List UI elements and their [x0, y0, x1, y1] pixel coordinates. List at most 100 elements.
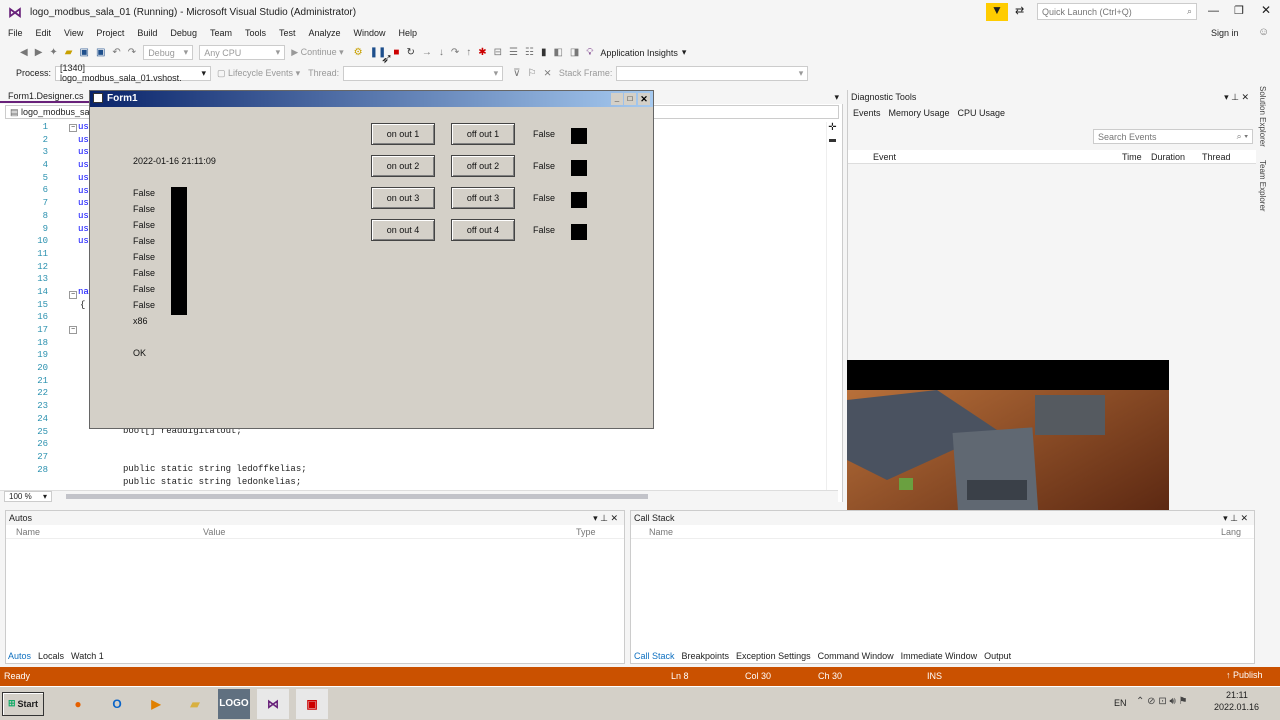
media-player-icon[interactable]: ▶: [140, 689, 172, 719]
menu-item-edit[interactable]: Edit: [36, 28, 52, 38]
restore-button[interactable]: ❐: [1234, 4, 1244, 17]
col-type[interactable]: Type: [576, 525, 596, 539]
col-value[interactable]: Value: [203, 525, 225, 539]
off-out-3-button[interactable]: off out 3: [451, 187, 515, 209]
hide-icon[interactable]: ⨯: [543, 68, 551, 79]
step-into-icon[interactable]: ↓: [439, 47, 444, 58]
off-out-2-button[interactable]: off out 2: [451, 155, 515, 177]
tray-icons[interactable]: ⌃ ⊘ ⊡ 🔊︎ ⚑: [1136, 696, 1188, 707]
menu-item-view[interactable]: View: [64, 28, 83, 38]
search-events-input[interactable]: Search Events ⌕ ▾: [1093, 129, 1253, 144]
tab-call-stack[interactable]: Call Stack: [634, 651, 675, 661]
col-lang[interactable]: Lang: [1221, 525, 1241, 539]
tab-exception-settings[interactable]: Exception Settings: [736, 651, 811, 661]
collapse-marker[interactable]: −: [69, 291, 77, 299]
show-next-statement-icon[interactable]: →: [422, 47, 432, 58]
col-name[interactable]: Name: [649, 525, 673, 539]
col-event[interactable]: Event: [873, 152, 896, 162]
user-icon[interactable]: ☺: [1258, 26, 1269, 38]
bookmark-next-icon[interactable]: ◨: [570, 47, 579, 58]
tab-locals[interactable]: Locals: [38, 651, 64, 661]
scroll-thumb[interactable]: [66, 494, 648, 499]
find-icon[interactable]: ⊟: [494, 47, 502, 58]
diag-tab-events[interactable]: Events: [853, 108, 881, 118]
panel-controls[interactable]: ▾ ⊥ ✕: [1224, 90, 1249, 104]
col-name[interactable]: Name: [16, 525, 40, 539]
tab-overflow-icon[interactable]: ▾: [834, 92, 839, 103]
menu-item-help[interactable]: Help: [399, 28, 418, 38]
col-thread[interactable]: Thread: [1202, 152, 1231, 162]
publish-button[interactable]: ↑ Publish: [1226, 670, 1263, 680]
visual-studio-icon[interactable]: ⋈: [257, 688, 289, 719]
thread-dropdown[interactable]: ▾: [343, 65, 504, 81]
tab-autos[interactable]: Autos: [8, 651, 31, 661]
start-button[interactable]: ⊞ Start: [2, 691, 44, 716]
col-duration[interactable]: Duration: [1151, 152, 1185, 162]
filter-threads-icon[interactable]: ⊽: [513, 68, 520, 79]
split-icon[interactable]: ✛: [827, 122, 838, 133]
vertical-scrollbar[interactable]: ✛: [826, 122, 838, 490]
off-out-1-button[interactable]: off out 1: [451, 123, 515, 145]
redo-icon[interactable]: ↷: [128, 47, 136, 58]
tab-breakpoints[interactable]: Breakpoints: [682, 651, 730, 661]
bookmark-prev-icon[interactable]: ◧: [553, 47, 562, 58]
menu-item-window[interactable]: Window: [354, 28, 386, 38]
menu-item-project[interactable]: Project: [96, 28, 124, 38]
team-explorer-tab[interactable]: Team Explorer: [1258, 160, 1267, 220]
save-all-icon[interactable]: ▣: [96, 47, 105, 58]
form-minimize-button[interactable]: _: [611, 93, 623, 105]
restart-icon[interactable]: ↻: [406, 47, 414, 58]
tab-command-window[interactable]: Command Window: [818, 651, 894, 661]
uncomment-icon[interactable]: ☷: [525, 47, 534, 58]
collapse-marker[interactable]: −: [69, 326, 77, 334]
tab-immediate-window[interactable]: Immediate Window: [901, 651, 978, 661]
open-icon[interactable]: ▰: [65, 47, 73, 58]
panel-controls[interactable]: ▾ ⊥ ✕: [1223, 511, 1248, 525]
sign-in-link[interactable]: Sign in: [1211, 28, 1239, 38]
flag-icon[interactable]: ⚐: [527, 68, 536, 79]
menu-item-test[interactable]: Test: [279, 28, 296, 38]
step-over-icon[interactable]: ↷: [451, 47, 459, 58]
solution-explorer-tab[interactable]: Solution Explorer: [1258, 86, 1267, 152]
menu-item-tools[interactable]: Tools: [245, 28, 266, 38]
diag-tab-cpu-usage[interactable]: CPU Usage: [958, 108, 1006, 118]
zoom-dropdown[interactable]: 100 % ▾: [4, 491, 52, 502]
off-out-4-button[interactable]: off out 4: [451, 219, 515, 241]
filter-icon[interactable]: ▼: [986, 3, 1008, 21]
lightbulb-icon[interactable]: 💡︎: [586, 47, 593, 58]
file-explorer-icon[interactable]: ▰: [179, 689, 211, 719]
collapse-marker[interactable]: −: [69, 124, 77, 132]
col-time[interactable]: Time: [1122, 152, 1142, 162]
tab-form1-designer[interactable]: Form1.Designer.cs: [0, 91, 92, 103]
panel-controls[interactable]: ▾ ⊥ ✕: [593, 511, 618, 525]
outlook-icon[interactable]: O: [101, 689, 133, 719]
horizontal-scrollbar[interactable]: 100 % ▾: [0, 490, 838, 502]
language-indicator[interactable]: EN: [1114, 698, 1127, 708]
form-maximize-button[interactable]: □: [624, 93, 636, 105]
comment-icon[interactable]: ☰: [509, 47, 518, 58]
config-dropdown[interactable]: Debug ▾: [143, 45, 194, 60]
tab-output[interactable]: Output: [984, 651, 1011, 661]
menu-item-file[interactable]: File: [8, 28, 23, 38]
tab-watch-1[interactable]: Watch 1: [71, 651, 104, 661]
save-icon[interactable]: ▣: [80, 47, 89, 58]
stack-frame-dropdown[interactable]: ▾: [616, 65, 809, 81]
chevron-down-icon[interactable]: ▾: [682, 47, 687, 58]
form-close-button[interactable]: ✕: [638, 93, 650, 105]
menu-item-build[interactable]: Build: [137, 28, 157, 38]
forward-icon[interactable]: ▶: [35, 47, 43, 58]
stop-icon[interactable]: ■: [393, 47, 399, 58]
lifecycle-button[interactable]: ▢ Lifecycle Events ▾: [217, 68, 300, 79]
bookmark-icon[interactable]: ▮: [541, 47, 547, 58]
on-out-4-button[interactable]: on out 4: [371, 219, 435, 241]
back-icon[interactable]: ◀: [20, 47, 28, 58]
attach-icon[interactable]: ⚙: [354, 47, 363, 58]
close-button[interactable]: ✕: [1261, 3, 1271, 17]
firefox-icon[interactable]: ●: [62, 689, 94, 719]
minimize-button[interactable]: —: [1208, 5, 1219, 17]
menu-item-debug[interactable]: Debug: [170, 28, 197, 38]
on-out-2-button[interactable]: on out 2: [371, 155, 435, 177]
new-project-icon[interactable]: ✦: [49, 47, 57, 58]
on-out-3-button[interactable]: on out 3: [371, 187, 435, 209]
menu-item-analyze[interactable]: Analyze: [309, 28, 341, 38]
